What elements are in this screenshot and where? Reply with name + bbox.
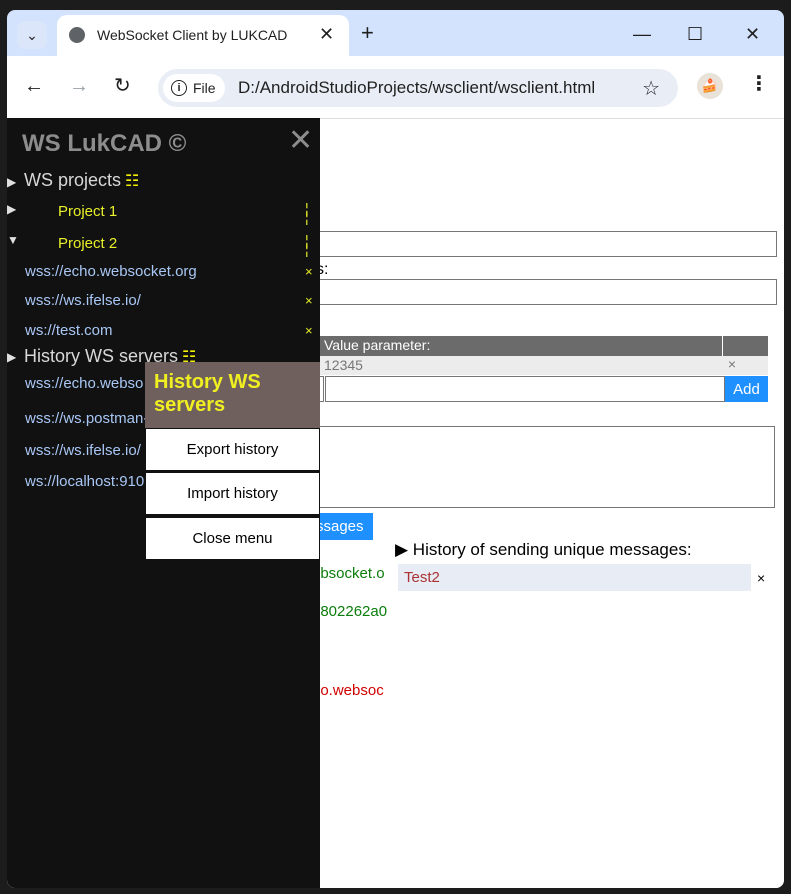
history-link[interactable]: wss://echo.webso [25, 375, 143, 392]
log-line: 3802262a0 [312, 603, 388, 620]
history-remove-icon[interactable]: × [757, 570, 765, 586]
sidebar-project-2[interactable]: Project 2 [58, 235, 117, 252]
export-history-button[interactable]: Export history [145, 428, 320, 471]
messages-button[interactable]: ssages [312, 513, 373, 540]
minimize-button[interactable]: — [633, 24, 651, 45]
link-remove-icon[interactable]: × [305, 264, 313, 279]
history-link[interactable]: wss://ws.ifelse.io/ [25, 442, 141, 459]
tab-close-icon[interactable]: ✕ [319, 24, 334, 45]
param-remove-icon[interactable]: × [728, 356, 736, 372]
history-link[interactable]: wss://ws.postman- [25, 410, 148, 427]
ws-projects-section[interactable]: WS projects ☷ [24, 170, 139, 191]
project-options-icon[interactable]: ¦ ¦ [305, 233, 309, 256]
forward-button[interactable]: → [69, 76, 89, 96]
browser-window: ⌄ WebSocket Client by LUKCAD ✕ + — ☐ ✕ ←… [0, 0, 791, 894]
protocols-input[interactable] [312, 279, 777, 305]
sidebar-link[interactable]: wss://echo.websocket.org [25, 263, 197, 280]
history-summary-label: History of sending unique messages: [412, 540, 692, 559]
sidebar-project-1[interactable]: Project 1 [58, 203, 117, 220]
log-line: ebsocket.o [312, 565, 385, 582]
grid-icon[interactable]: ☷ [125, 173, 139, 190]
ws-projects-label: WS projects [24, 170, 122, 190]
ws-url-input[interactable] [312, 231, 777, 257]
sidebar-link[interactable]: wss://ws.ifelse.io/ [25, 292, 141, 309]
bookmark-star-icon[interactable]: ☆ [642, 76, 660, 101]
new-tab-button[interactable]: + [361, 22, 374, 44]
collapsed-triangle-icon[interactable]: ▶ [7, 175, 16, 189]
browser-toolbar: ← → ↻ i File D:/AndroidStudioProjects/ws… [7, 56, 784, 118]
maximize-button[interactable]: ☐ [687, 24, 703, 45]
link-remove-icon[interactable]: × [305, 293, 313, 308]
browser-tab[interactable]: WebSocket Client by LUKCAD ✕ [57, 15, 349, 56]
history-message-item[interactable]: Test2 [398, 564, 751, 591]
browser-menu-icon[interactable]: ⋮ [749, 74, 769, 94]
params-table-header: Value parameter: [320, 336, 768, 356]
context-menu-title: History WS servers [145, 362, 320, 428]
chip-label: File [193, 80, 216, 96]
history-messages-summary[interactable]: ▶ History of sending unique messages: [395, 540, 692, 560]
info-icon: i [171, 80, 187, 96]
profile-avatar[interactable]: 🍰 [697, 73, 723, 99]
site-info-chip[interactable]: i File [163, 74, 225, 102]
tab-search-button[interactable]: ⌄ [17, 21, 47, 49]
sidebar-panel: WS LukCAD © ✕ ▶ WS projects ☷ ▶ Project 1… [7, 118, 320, 888]
sidebar-title: WS LukCAD © [22, 130, 187, 157]
log-line: ho.websoc [312, 682, 384, 699]
globe-icon [69, 27, 85, 43]
window-close-button[interactable]: ✕ [745, 24, 760, 45]
reload-button[interactable]: ↻ [114, 76, 131, 96]
history-context-menu: History WS servers Export history Import… [145, 362, 320, 561]
sidebar-link[interactable]: ws://test.com [25, 322, 113, 339]
tab-title: WebSocket Client by LUKCAD [97, 27, 288, 43]
param-value-input[interactable] [325, 376, 725, 402]
expanded-triangle-icon[interactable]: ▼ [7, 233, 19, 247]
url-text[interactable]: D:/AndroidStudioProjects/wsclient/wsclie… [238, 78, 595, 98]
add-param-button[interactable]: Add [725, 376, 768, 402]
value-param-header: Value parameter: [320, 336, 723, 356]
collapsed-triangle-icon[interactable]: ▶ [7, 350, 16, 364]
import-history-button[interactable]: Import history [145, 472, 320, 515]
back-button[interactable]: ← [24, 76, 44, 96]
message-textarea[interactable] [312, 426, 775, 508]
param-value: 12345 [324, 357, 363, 373]
browser-frame: ⌄ WebSocket Client by LUKCAD ✕ + — ☐ ✕ ←… [7, 10, 784, 888]
sidebar-close-icon[interactable]: ✕ [288, 126, 313, 156]
history-link[interactable]: ws://localhost:910 [25, 473, 144, 490]
chevron-down-icon: ⌄ [26, 26, 38, 43]
params-table-row: 12345 × [320, 356, 768, 375]
close-menu-button[interactable]: Close menu [145, 517, 320, 560]
link-remove-icon[interactable]: × [305, 323, 313, 338]
address-bar[interactable]: i File D:/AndroidStudioProjects/wsclient… [158, 69, 678, 107]
project-options-icon[interactable]: ¦ ¦ [305, 201, 309, 224]
collapsed-triangle-icon[interactable]: ▶ [7, 202, 16, 216]
